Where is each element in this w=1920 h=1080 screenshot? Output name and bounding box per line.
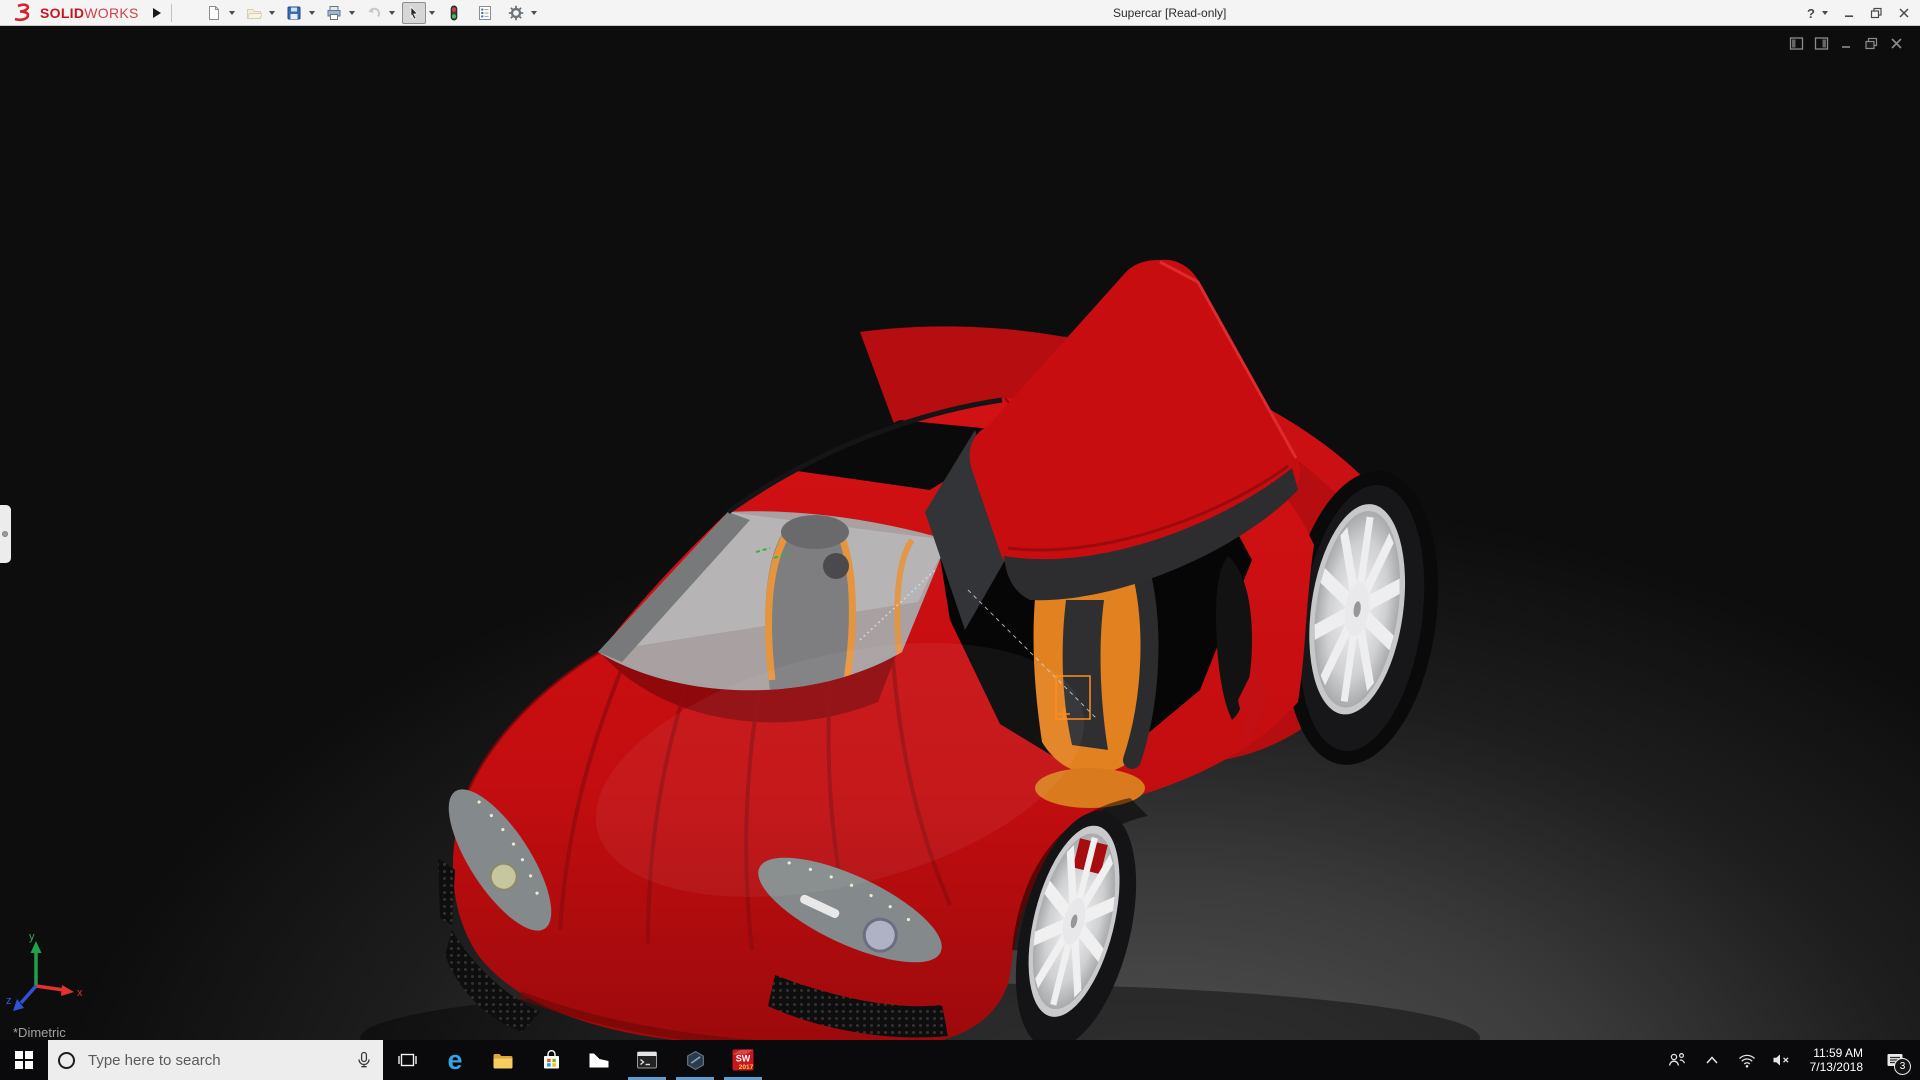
view-orientation-label: *Dimetric	[13, 1025, 66, 1040]
taskbar-hexagon-app-button[interactable]	[671, 1040, 719, 1080]
dropdown-caret[interactable]	[309, 11, 315, 15]
cortana-icon	[58, 1052, 75, 1069]
dropdown-caret[interactable]	[349, 11, 355, 15]
open-folder-icon	[246, 5, 262, 21]
dropdown-caret[interactable]	[531, 11, 537, 15]
child-window-controls	[1788, 35, 1904, 51]
rebuild-traffic-light-icon	[446, 5, 462, 21]
wifi-icon[interactable]	[1734, 1040, 1760, 1080]
new-document-button[interactable]	[202, 2, 226, 24]
brand-text: SOLIDWORKS	[40, 5, 139, 21]
windows-logo-icon	[15, 1051, 33, 1069]
child-close-button[interactable]	[1888, 35, 1904, 51]
pane-right-button[interactable]	[1813, 35, 1829, 51]
command-prompt-icon	[636, 1050, 658, 1070]
titlebar: SOLIDWORKS	[0, 0, 1920, 26]
model-scene[interactable]: y x z	[0, 26, 1920, 1040]
task-view-button[interactable]	[383, 1040, 431, 1080]
toolbar-separator	[171, 4, 172, 22]
triad-z-label: z	[6, 995, 12, 1007]
microsoft-store-icon	[541, 1050, 562, 1070]
solidworks-2017-icon: SW 2017	[731, 1048, 755, 1072]
system-tray: 11:59 AM 7/13/2018 3	[1664, 1040, 1920, 1080]
triad-y-label: y	[29, 931, 35, 943]
pane-left-button[interactable]	[1788, 35, 1804, 51]
action-center-button[interactable]: 3	[1878, 1040, 1912, 1080]
help-glyph: ?	[1807, 6, 1815, 21]
taskbar-clock[interactable]: 11:59 AM 7/13/2018	[1804, 1046, 1869, 1074]
help-dropdown-caret[interactable]	[1822, 11, 1828, 15]
options-button[interactable]	[504, 2, 528, 24]
options-gear-icon	[508, 5, 524, 21]
print-button[interactable]	[322, 2, 346, 24]
document-title: Supercar [Read-only]	[1113, 0, 1226, 26]
hexagon-app-icon	[685, 1050, 706, 1071]
quick-access-toolbar	[202, 2, 544, 24]
minimize-button[interactable]	[1843, 7, 1855, 19]
dropdown-caret[interactable]	[389, 11, 395, 15]
child-restore-button[interactable]	[1863, 35, 1879, 51]
taskbar-edge-button[interactable]: e	[431, 1040, 479, 1080]
taskbar-solidworks-button[interactable]: SW 2017	[719, 1040, 767, 1080]
chevron-up-icon[interactable]	[1699, 1040, 1725, 1080]
orientation-triad: y x z	[6, 931, 83, 1011]
dropdown-caret[interactable]	[269, 11, 275, 15]
taskbar-command-prompt-button[interactable]	[623, 1040, 671, 1080]
graphics-viewport[interactable]: y x z *Dimetric	[0, 26, 1920, 1040]
taskbar-store-button[interactable]	[527, 1040, 575, 1080]
taskbar-mail-button[interactable]	[575, 1040, 623, 1080]
ds-swoosh-icon	[10, 3, 36, 23]
triad-x-label: x	[77, 987, 83, 999]
file-properties-icon	[477, 5, 493, 21]
open-button[interactable]	[242, 2, 266, 24]
task-view-icon	[398, 1051, 417, 1069]
tab-handle-dot	[2, 531, 8, 537]
volume-muted-icon[interactable]	[1769, 1040, 1795, 1080]
undo-button[interactable]	[362, 2, 386, 24]
save-button[interactable]	[282, 2, 306, 24]
notification-badge: 3	[1894, 1058, 1911, 1075]
search-placeholder: Type here to search	[88, 1052, 355, 1069]
dropdown-caret[interactable]	[229, 11, 235, 15]
dropdown-caret[interactable]	[429, 11, 435, 15]
undo-icon	[366, 5, 382, 21]
file-properties-button[interactable]	[473, 2, 497, 24]
taskbar-search[interactable]: Type here to search	[48, 1040, 383, 1080]
close-button[interactable]	[1898, 7, 1910, 19]
solidworks-logo: SOLIDWORKS	[0, 0, 139, 25]
clock-time: 11:59 AM	[1810, 1046, 1863, 1060]
featuremanager-collapsed-tab[interactable]	[0, 505, 11, 563]
restore-button[interactable]	[1870, 7, 1883, 19]
clock-date: 7/13/2018	[1810, 1060, 1863, 1074]
people-icon[interactable]	[1664, 1040, 1690, 1080]
car-model[interactable]	[360, 260, 1480, 1040]
expand-menu-arrow-icon[interactable]	[153, 8, 161, 18]
child-minimize-button[interactable]	[1838, 35, 1854, 51]
select-button[interactable]	[402, 2, 426, 24]
taskbar-file-explorer-button[interactable]	[479, 1040, 527, 1080]
file-explorer-icon	[492, 1051, 514, 1070]
window-controls: ?	[1807, 0, 1910, 26]
help-button[interactable]: ?	[1807, 6, 1828, 21]
edge-icon: e	[447, 1047, 462, 1074]
sw-letters: SW	[736, 1054, 751, 1064]
microphone-icon[interactable]	[355, 1051, 373, 1069]
print-icon	[326, 5, 342, 21]
new-document-icon	[206, 5, 222, 21]
start-button[interactable]	[0, 1040, 48, 1080]
select-cursor-icon	[406, 5, 422, 21]
rebuild-button[interactable]	[442, 2, 466, 24]
mail-icon	[588, 1052, 610, 1069]
taskbar: Type here to search e	[0, 1040, 1920, 1080]
save-icon	[286, 5, 302, 21]
sw-year: 2017	[739, 1064, 754, 1071]
